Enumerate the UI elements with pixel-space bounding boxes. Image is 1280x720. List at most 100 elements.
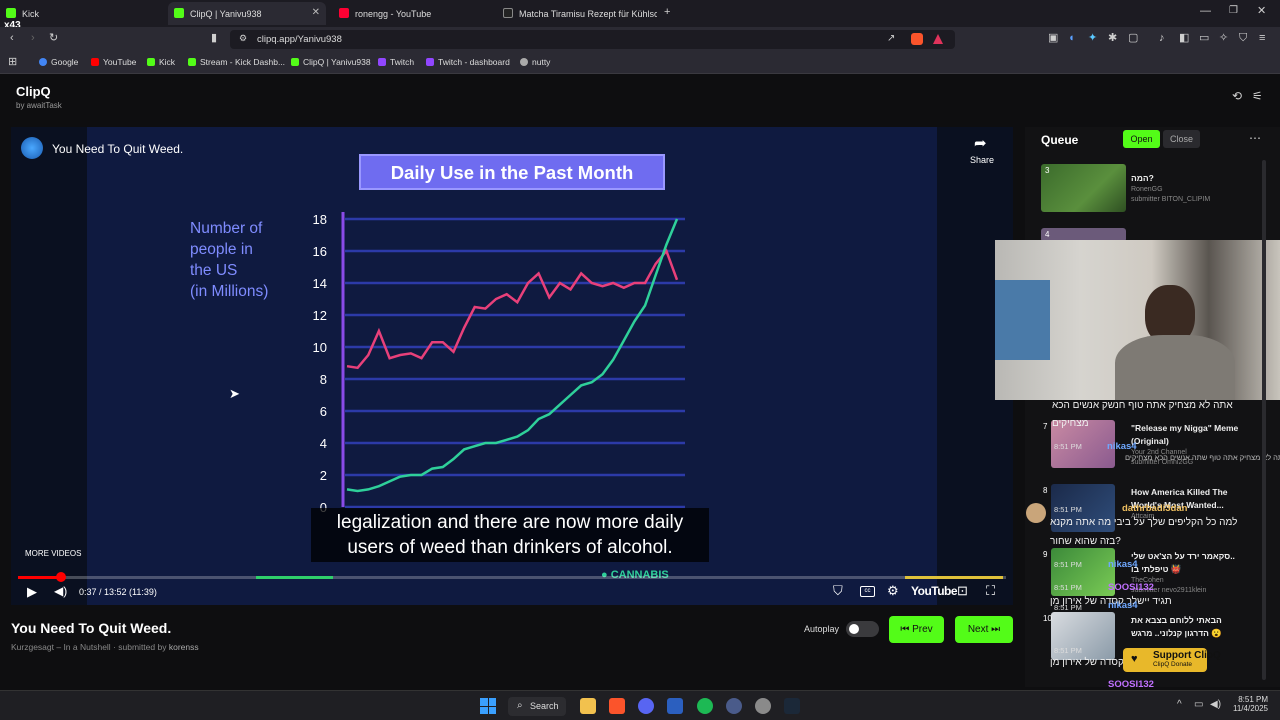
restore-icon[interactable]: ❐ [1229, 6, 1238, 16]
bookmark-youtube[interactable]: YouTube [91, 57, 136, 67]
brave-shields-icon[interactable] [911, 33, 923, 45]
minimize-icon[interactable]: — [1200, 6, 1211, 17]
brave-rewards-icon[interactable] [933, 34, 943, 44]
wallet-icon[interactable]: ▭ [1199, 33, 1209, 44]
history-icon[interactable]: ⟲ [1232, 90, 1242, 102]
apps-grid-icon[interactable]: ⊞ [8, 57, 17, 68]
chat-username[interactable]: SOOSI132 [1108, 582, 1154, 593]
vpn-icon[interactable]: ⛉ [1239, 33, 1247, 44]
queue-scrollbar[interactable] [1262, 160, 1266, 680]
tab-clipq[interactable]: ClipQ | Yanivu938 ✕ [168, 2, 326, 25]
bookmark-twitch[interactable]: Twitch [378, 57, 414, 67]
queue-number: 10 [1043, 614, 1052, 623]
chat-username[interactable]: nikas4 [1108, 559, 1138, 570]
chat-username[interactable]: nikas4 [1107, 441, 1137, 452]
tray-icon[interactable]: ▭ [1194, 700, 1203, 710]
settings-sliders-icon[interactable]: ⚟ [1252, 90, 1263, 102]
progress-track[interactable] [18, 572, 1006, 582]
queue-open-button[interactable]: Open [1123, 130, 1160, 148]
extension-icon[interactable]: ◖ [1068, 33, 1075, 44]
queue-close-button[interactable]: Close [1163, 130, 1200, 148]
autoplay-toggle[interactable] [846, 621, 879, 637]
bookmark-twitch-dashboard[interactable]: Twitch - dashboard [426, 57, 510, 67]
clock[interactable]: 8:51 PM 11/4/2025 [1228, 695, 1268, 713]
reload-icon[interactable]: ↻ [49, 33, 58, 44]
y-tick-label: 10 [313, 340, 327, 355]
steam-icon[interactable] [784, 698, 800, 714]
url-field[interactable]: ⚙ clipq.app/Yanivu938 ↗ [230, 30, 955, 49]
app-icon[interactable] [667, 698, 683, 714]
settings-icon[interactable]: ⚙ [887, 584, 899, 597]
bookmarks-bar: ⊞ Google YouTube Kick Stream - Kick Dash… [0, 52, 1280, 74]
tab-kick[interactable]: Kick [0, 2, 170, 25]
shield-icon[interactable]: ⛉ [833, 584, 843, 597]
youtube-logo[interactable]: YouTube [911, 584, 958, 598]
bookmark-icon[interactable]: ▮ [211, 33, 217, 44]
video-player[interactable]: 181614121086420 Daily Use in the Past Mo… [11, 127, 1013, 605]
captions-icon[interactable]: cc [860, 586, 875, 597]
progress-segment [256, 576, 333, 579]
music-icon[interactable]: ♪ [1159, 33, 1165, 44]
prev-button[interactable]: ⏮ Prev [889, 616, 944, 643]
site-info-icon[interactable]: ⚙ [239, 34, 247, 43]
share-page-icon[interactable]: ↗ [887, 34, 895, 44]
tab-matcha[interactable]: Matcha Tiramisu Rezept für Kühlschr... [497, 2, 657, 25]
menu-icon[interactable]: ≡ [1259, 33, 1265, 44]
next-button[interactable]: Next ⏭ [955, 616, 1013, 643]
webcam-dresser [995, 280, 1050, 360]
video-overlay-title[interactable]: You Need To Quit Weed. [52, 142, 183, 156]
share-icon[interactable]: ➦ [974, 136, 987, 151]
chat-time: 8:51 PM [1054, 646, 1082, 655]
play-icon[interactable]: ▶ [27, 585, 37, 598]
chat-username[interactable]: dathrbadi3dan [1122, 503, 1187, 514]
queue-item[interactable]: 3 המה? RonenGG submitter BITON_CLIPIM [1041, 164, 1266, 214]
app-icon[interactable] [726, 698, 742, 714]
progress-knob[interactable] [56, 572, 67, 582]
autoplay-label: Autoplay [804, 624, 840, 634]
extensions-icon[interactable]: ✱ [1108, 33, 1117, 44]
submitter-name[interactable]: korenss [169, 642, 199, 652]
screenshot-icon[interactable]: ▢ [1128, 33, 1138, 44]
bookmark-nutty[interactable]: nutty [520, 57, 550, 67]
share-label[interactable]: Share [970, 155, 994, 165]
close-tab-icon[interactable]: ✕ [312, 7, 320, 18]
reader-icon[interactable]: ▣ [1048, 33, 1058, 44]
extension-icon[interactable]: ✦ [1088, 33, 1097, 44]
bookmark-kick-dashboard[interactable]: Stream - Kick Dashb... [188, 57, 285, 67]
cast-icon[interactable]: ⊡ [957, 584, 968, 597]
more-options-icon[interactable]: ⋯ [1249, 132, 1261, 144]
new-tab-icon[interactable]: + [664, 7, 670, 18]
chat-username[interactable]: SOOSI132 [1108, 679, 1154, 690]
tray-chevron-icon[interactable]: ^ [1177, 700, 1182, 710]
channel-name[interactable]: Kurzgesagt – In a Nutshell [11, 642, 111, 652]
bookmark-clipq[interactable]: ClipQ | Yanivu938 [291, 57, 371, 67]
time-display: 0:37 / 13:52 (11:39) [79, 587, 157, 597]
app-icon[interactable] [755, 698, 771, 714]
tab-youtube[interactable]: ronengg - YouTube [333, 2, 491, 25]
channel-avatar-icon[interactable] [21, 137, 43, 159]
chat-username[interactable]: nikas4 [1108, 600, 1138, 611]
discord-icon[interactable] [638, 698, 654, 714]
sidebar-icon[interactable]: ◧ [1179, 33, 1189, 44]
leo-icon[interactable]: ✧ [1219, 33, 1228, 44]
windows-taskbar: ⌕ Search ^ ▭ ◀) 8:51 PM 11/4/2025 [0, 690, 1280, 720]
file-explorer-icon[interactable] [580, 698, 596, 714]
close-window-icon[interactable]: ✕ [1257, 6, 1266, 17]
subtitle-line: legalization and there are now more dail… [336, 512, 684, 533]
volume-tray-icon[interactable]: ◀) [1210, 700, 1221, 710]
youtube-favicon-icon [339, 8, 349, 18]
bookmark-google[interactable]: Google [39, 57, 78, 67]
start-icon[interactable] [480, 698, 496, 714]
more-videos-label[interactable]: MORE VIDEOS [25, 549, 81, 558]
spotify-icon[interactable] [697, 698, 713, 714]
fullscreen-icon[interactable]: ⛶ [986, 584, 995, 597]
bookmark-kick[interactable]: Kick [147, 57, 175, 67]
forward-icon[interactable]: › [31, 33, 35, 44]
back-icon[interactable]: ‹ [10, 33, 14, 44]
subtitle-line: users of weed than drinkers of alcohol. [347, 537, 673, 558]
support-clipq-button[interactable]: ♥ Support ClipQ ClipQ Donate [1123, 648, 1221, 672]
app-logo[interactable]: ClipQ [16, 84, 51, 99]
brave-icon[interactable] [609, 698, 625, 714]
taskbar-search[interactable]: ⌕ Search [508, 697, 566, 716]
volume-icon[interactable]: ◀) [54, 585, 67, 597]
